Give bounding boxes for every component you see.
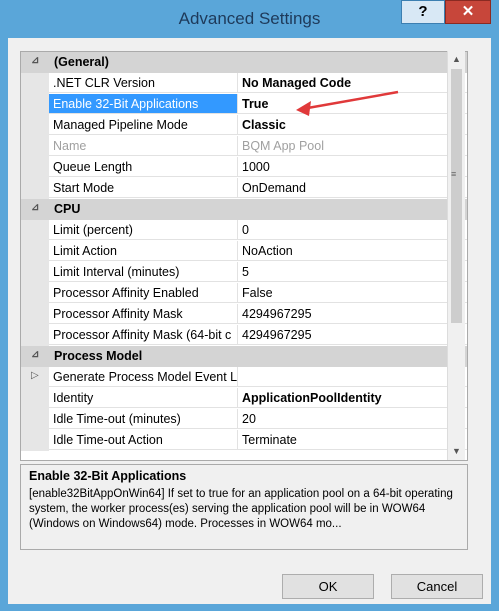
description-text: [enable32BitAppOnWin64] If set to true f… <box>29 488 453 530</box>
ok-button[interactable]: OK <box>282 574 374 599</box>
cancel-button[interactable]: Cancel <box>391 574 483 599</box>
description-panel: Enable 32-Bit Applications [enable32BitA… <box>20 464 468 550</box>
description-title: Enable 32-Bit Applications <box>29 469 187 483</box>
